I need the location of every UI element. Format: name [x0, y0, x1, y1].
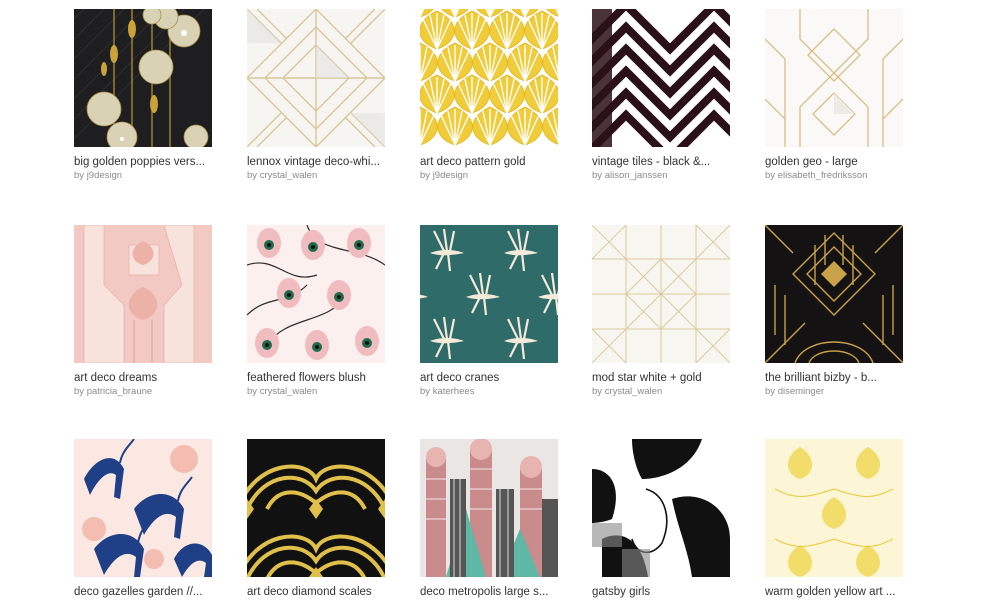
design-title[interactable]: mod star white + gold — [592, 371, 732, 385]
peacock-thumbnail[interactable] — [247, 225, 385, 363]
design-card[interactable]: gatsby girls — [592, 439, 730, 599]
design-card[interactable]: warm golden yellow art ... — [765, 439, 903, 599]
design-artist[interactable]: by elisabeth_fredriksson — [765, 170, 903, 182]
design-title[interactable]: deco metropolis large s... — [420, 585, 560, 599]
design-title[interactable]: the brilliant bizby - b... — [765, 371, 905, 385]
design-title[interactable]: golden geo - large — [765, 155, 905, 169]
design-artist[interactable]: by katerhees — [420, 386, 558, 398]
design-card[interactable]: deco gazelles garden //... — [74, 439, 212, 599]
design-card[interactable]: golden geo - large by elisabeth_fredriks… — [765, 9, 903, 182]
design-title[interactable]: feathered flowers blush — [247, 371, 387, 385]
diamond-geo-thumbnail[interactable] — [765, 9, 903, 147]
black-gold-deco-thumbnail[interactable] — [765, 225, 903, 363]
diamond-scales-thumbnail[interactable] — [247, 439, 385, 577]
design-card[interactable]: art deco pattern gold by j9design — [420, 9, 558, 182]
pink-deco-thumbnail[interactable] — [74, 225, 212, 363]
design-card[interactable]: art deco diamond scales — [247, 439, 385, 599]
design-card[interactable]: the brilliant bizby - b... by diseminger — [765, 225, 903, 398]
chevron-thumbnail[interactable] — [592, 9, 730, 147]
metropolis-thumbnail[interactable] — [420, 439, 558, 577]
gatsby-thumbnail[interactable] — [592, 439, 730, 577]
product-grid: big golden poppies vers... by j9design l… — [0, 0, 1000, 603]
design-artist[interactable]: by alison_janssen — [592, 170, 730, 182]
design-artist[interactable]: by patricia_braune — [74, 386, 212, 398]
design-title[interactable]: art deco dreams — [74, 371, 214, 385]
design-title[interactable]: vintage tiles - black &... — [592, 155, 732, 169]
design-title[interactable]: art deco cranes — [420, 371, 560, 385]
design-card[interactable]: mod star white + gold by crystal_walen — [592, 225, 730, 398]
design-artist[interactable]: by j9design — [420, 170, 558, 182]
design-artist[interactable]: by j9design — [74, 170, 212, 182]
yellow-lotus-thumbnail[interactable] — [765, 439, 903, 577]
design-title[interactable]: art deco pattern gold — [420, 155, 560, 169]
design-card[interactable]: feathered flowers blush by crystal_walen — [247, 225, 385, 398]
design-title[interactable]: lennox vintage deco-whi... — [247, 155, 387, 169]
design-title[interactable]: art deco diamond scales — [247, 585, 387, 599]
design-title[interactable]: deco gazelles garden //... — [74, 585, 214, 599]
design-card[interactable]: deco metropolis large s... — [420, 439, 558, 599]
cranes-thumbnail[interactable] — [420, 225, 558, 363]
design-artist[interactable]: by crystal_walen — [247, 386, 385, 398]
geometric-thumbnail[interactable] — [247, 9, 385, 147]
design-title[interactable]: big golden poppies vers... — [74, 155, 214, 169]
design-title[interactable]: warm golden yellow art ... — [765, 585, 905, 599]
gazelles-thumbnail[interactable] — [74, 439, 212, 577]
design-card[interactable]: big golden poppies vers... by j9design — [74, 9, 212, 182]
design-artist[interactable]: by crystal_walen — [247, 170, 385, 182]
design-card[interactable]: art deco cranes by katerhees — [420, 225, 558, 398]
design-card[interactable]: lennox vintage deco-whi... by crystal_wa… — [247, 9, 385, 182]
design-artist[interactable]: by crystal_walen — [592, 386, 730, 398]
poppies-thumbnail[interactable] — [74, 9, 212, 147]
design-artist[interactable]: by diseminger — [765, 386, 903, 398]
fan-scale-thumbnail[interactable] — [420, 9, 558, 147]
design-card[interactable]: art deco dreams by patricia_braune — [74, 225, 212, 398]
design-card[interactable]: vintage tiles - black &... by alison_jan… — [592, 9, 730, 182]
star-geo-thumbnail[interactable] — [592, 225, 730, 363]
design-title[interactable]: gatsby girls — [592, 585, 732, 599]
